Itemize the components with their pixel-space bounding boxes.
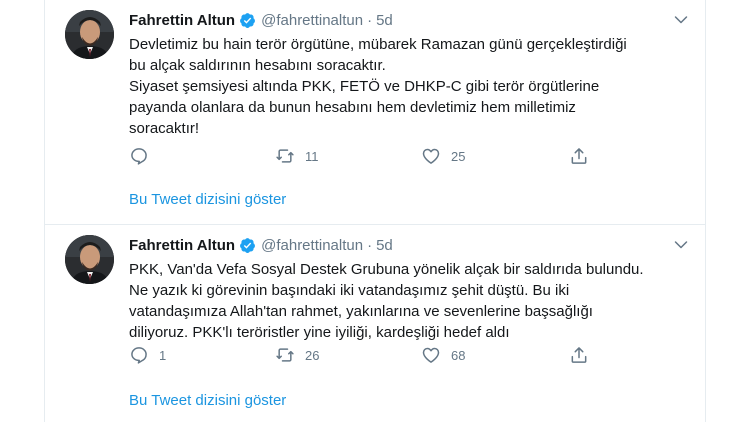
- chevron-down-icon[interactable]: [674, 12, 688, 24]
- share-button[interactable]: [569, 345, 589, 365]
- retweet-icon: [275, 146, 295, 166]
- tweet-header: Fahrettin Altun @fahrettinaltun · 5d: [129, 10, 393, 30]
- show-thread-link[interactable]: Bu Tweet dizisini göster: [129, 392, 286, 409]
- tweet-text: PKK, Van'da Vefa Sosyal Destek Grubuna y…: [129, 259, 689, 343]
- avatar[interactable]: [65, 235, 114, 284]
- chevron-down-icon[interactable]: [674, 237, 688, 249]
- tweet-text-line: soracaktır!: [129, 120, 200, 137]
- author-name[interactable]: Fahrettin Altun: [129, 237, 235, 254]
- verified-badge-icon: [239, 237, 256, 254]
- like-count: 68: [451, 347, 466, 363]
- tweet-text-line: PKK, Van'da Vefa Sosyal Destek Grubuna y…: [129, 261, 644, 278]
- reply-icon: [129, 345, 149, 365]
- reply-button[interactable]: [129, 146, 159, 166]
- retweet-count: 26: [305, 347, 320, 363]
- timeline: Fahrettin Altun @fahrettinaltun · 5d Dev…: [0, 0, 750, 422]
- reply-count: 1: [159, 347, 167, 363]
- share-icon: [569, 146, 589, 166]
- timestamp[interactable]: 5d: [376, 237, 393, 254]
- retweet-button[interactable]: 26: [275, 345, 319, 365]
- tweet-text-line: Siyaset şemsiyesi altında PKK, FETÖ ve D…: [129, 78, 600, 95]
- verified-badge-icon: [239, 12, 256, 29]
- tweet-text-line: bu alçak saldırının hesabını soracaktır.: [129, 57, 386, 74]
- tweet-text-line: vatandaşımıza Allah'tan rahmet, yakınlar…: [129, 303, 593, 320]
- timeline-right-border: [705, 0, 706, 422]
- timestamp[interactable]: 5d: [376, 12, 393, 29]
- retweet-button[interactable]: 11: [275, 146, 319, 166]
- heart-icon: [421, 345, 441, 365]
- separator: ·: [367, 11, 373, 29]
- author-name[interactable]: Fahrettin Altun: [129, 12, 235, 29]
- like-count: 25: [451, 148, 466, 164]
- tweet-actions: 1 26 68: [129, 345, 599, 365]
- retweet-count: 11: [305, 148, 319, 164]
- tweet-text-line: diliyoruz. PKK'lı teröristler yine iyili…: [129, 324, 510, 341]
- tweet-text-line: Ne yazık ki görevinin başındaki iki vata…: [129, 282, 570, 299]
- avatar[interactable]: [65, 10, 114, 59]
- reply-button[interactable]: 1: [129, 345, 166, 365]
- separator: ·: [367, 236, 373, 254]
- share-icon: [569, 345, 589, 365]
- share-button[interactable]: [569, 146, 589, 166]
- reply-icon: [129, 146, 149, 166]
- tweet[interactable]: Fahrettin Altun @fahrettinaltun · 5d PKK…: [45, 225, 705, 422]
- like-button[interactable]: 68: [421, 345, 465, 365]
- tweet-header: Fahrettin Altun @fahrettinaltun · 5d: [129, 235, 393, 255]
- retweet-icon: [275, 345, 295, 365]
- tweet-text-line: payanda olanlara da bunun hesabını hem d…: [129, 99, 576, 116]
- like-button[interactable]: 25: [421, 146, 465, 166]
- tweet-actions: 11 25: [129, 146, 599, 166]
- show-thread-link[interactable]: Bu Tweet dizisini göster: [129, 191, 286, 208]
- tweet-text: Devletimiz bu hain terör örgütüne, mübar…: [129, 34, 689, 139]
- author-handle[interactable]: @fahrettinaltun: [261, 12, 363, 29]
- tweet-text-line: Devletimiz bu hain terör örgütüne, mübar…: [129, 36, 627, 53]
- tweet[interactable]: Fahrettin Altun @fahrettinaltun · 5d Dev…: [45, 0, 705, 224]
- author-handle[interactable]: @fahrettinaltun: [261, 237, 363, 254]
- heart-icon: [421, 146, 441, 166]
